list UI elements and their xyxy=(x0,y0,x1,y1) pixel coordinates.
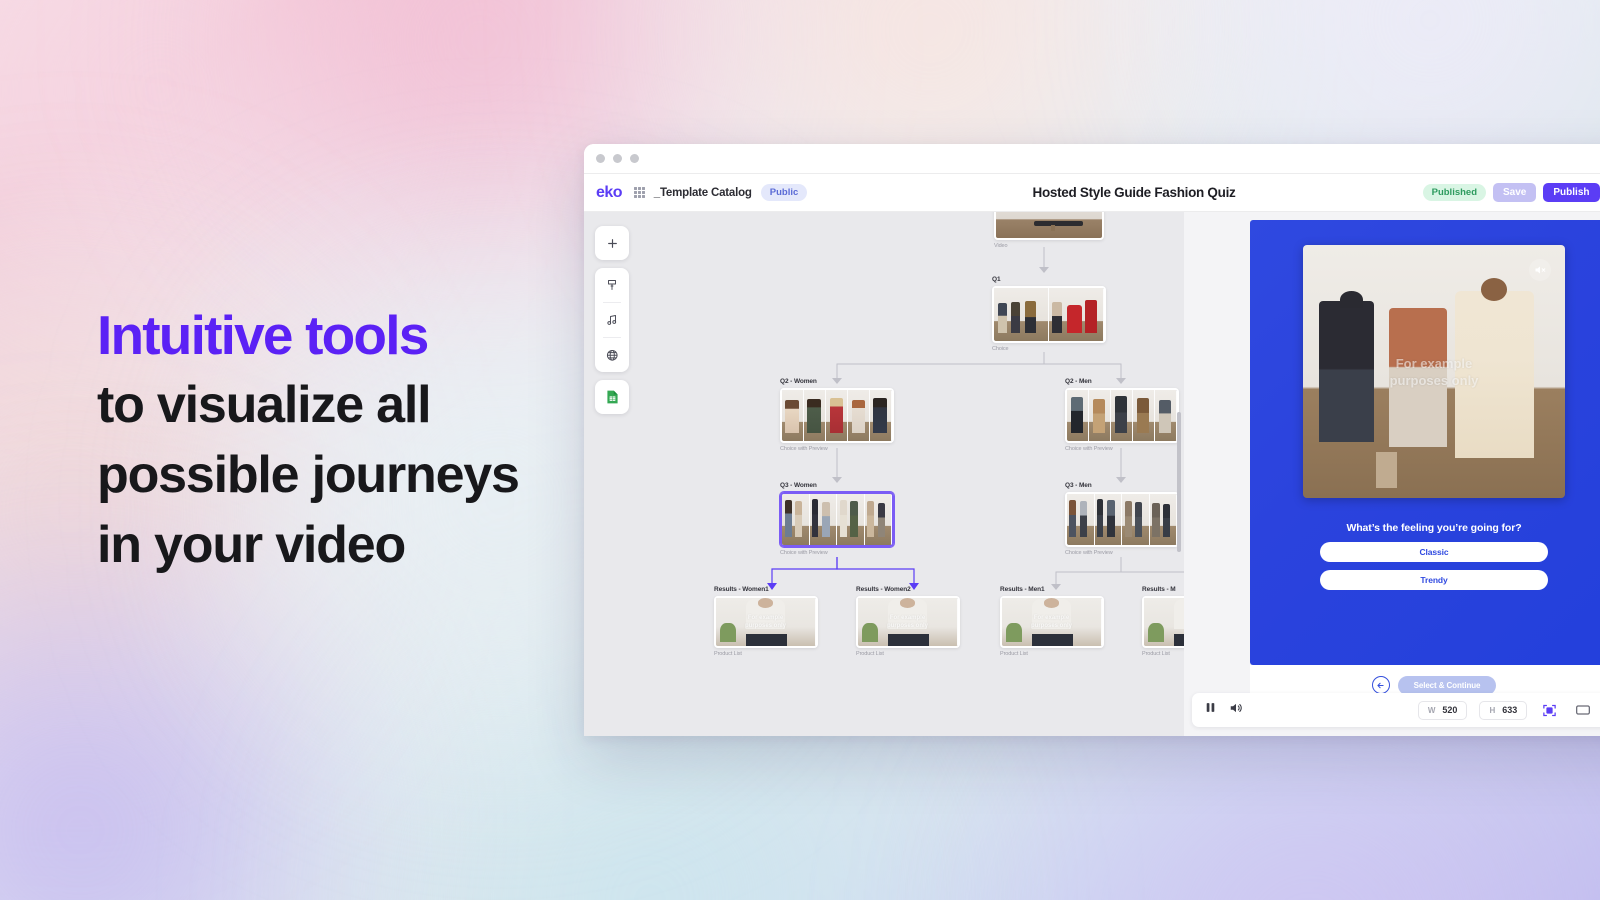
eko-logo[interactable]: eko xyxy=(596,184,623,202)
node-label: Results - Men1 xyxy=(1000,586,1045,593)
app-window: eko _Template Catalog Public Hosted Styl… xyxy=(584,144,1600,736)
fit-screen-icon[interactable] xyxy=(1539,700,1560,721)
arrow-left-icon[interactable] xyxy=(1371,676,1390,694)
video-player[interactable]: For example purposes only What’s the feel… xyxy=(1250,220,1600,665)
height-field[interactable]: H 633 xyxy=(1479,700,1528,720)
headline-line-4: in your video xyxy=(97,516,406,574)
toolbar-group-assets xyxy=(595,268,629,372)
node-label: Q3 - Men xyxy=(1065,482,1092,489)
sidebar-item-spreadsheet[interactable] xyxy=(595,380,629,414)
breadcrumb-catalog[interactable]: _Template Catalog xyxy=(654,187,752,199)
node-caption: Product List xyxy=(714,651,742,657)
height-label: H xyxy=(1489,705,1496,715)
node-thumbnail[interactable]: For example purposes only xyxy=(714,596,818,648)
flow-node-results-men1[interactable]: Results - Men1 For examplepurposes only xyxy=(1000,586,1104,657)
node-thumbnail[interactable] xyxy=(1065,388,1179,443)
player-controls: W 520 H 633 xyxy=(1192,693,1600,727)
mute-button[interactable] xyxy=(1529,259,1551,281)
node-thumbnail[interactable] xyxy=(1065,492,1179,547)
placeholder-overlay: For example purposes only xyxy=(1030,615,1072,629)
flow-node-results-women1[interactable]: Results - Women1 For example purposes onl… xyxy=(714,586,818,657)
node-thumbnail[interactable] xyxy=(992,286,1106,343)
video-frame[interactable]: For example purposes only xyxy=(1303,245,1565,498)
node-label: Results - Women1 xyxy=(714,586,769,593)
maximize-icon[interactable] xyxy=(630,154,639,163)
app-body: Video Q1 Choice Q2 - Women Choice with P… xyxy=(584,212,1600,736)
flow-node-results-men2[interactable]: Results - M Product List xyxy=(1142,586,1184,657)
node-caption: Product List xyxy=(1142,651,1170,657)
flow-node-q2-women[interactable]: Q2 - Women Choice with Preview xyxy=(780,378,894,452)
sidebar-item-audio[interactable] xyxy=(595,303,629,337)
minimize-icon[interactable] xyxy=(613,154,622,163)
flow-canvas[interactable]: Video Q1 Choice Q2 - Women Choice with P… xyxy=(584,212,1184,736)
node-thumbnail[interactable]: For example purposes only xyxy=(856,596,960,648)
visibility-badge[interactable]: Public xyxy=(760,184,808,201)
canvas-scrollbar[interactable] xyxy=(1177,412,1181,552)
node-caption: Choice with Preview xyxy=(1065,446,1113,452)
width-label: W xyxy=(1427,705,1436,715)
headline-line-1: Intuitive tools xyxy=(97,304,429,366)
node-thumbnail[interactable] xyxy=(1142,596,1184,648)
toolbar-group-data xyxy=(595,380,629,414)
node-caption: Choice with Preview xyxy=(780,550,828,556)
save-button[interactable]: Save xyxy=(1493,183,1537,202)
node-caption: Video xyxy=(994,243,1008,249)
flow-node-intro[interactable]: Video xyxy=(994,212,1104,249)
status-badge: Published xyxy=(1422,184,1487,201)
app-header: eko _Template Catalog Public Hosted Styl… xyxy=(584,174,1600,212)
node-caption: Product List xyxy=(1000,651,1028,657)
flow-node-q1[interactable]: Q1 Choice xyxy=(992,276,1106,352)
select-continue-button[interactable]: Select & Continue xyxy=(1397,675,1497,695)
node-label: Q2 - Men xyxy=(1065,378,1092,385)
sidebar-item-style[interactable] xyxy=(595,268,629,302)
headline-line-3: possible journeys xyxy=(97,446,520,504)
toolbar-group-add xyxy=(595,226,629,260)
choice-button-classic[interactable]: Classic xyxy=(1320,542,1548,562)
node-label: Results - Women2 xyxy=(856,586,911,593)
preview-panel: For example purposes only What’s the feel… xyxy=(1184,212,1600,736)
window-titlebar xyxy=(584,144,1600,174)
node-caption: Choice with Preview xyxy=(780,446,828,452)
placeholder-overlay: For example purposes only xyxy=(744,615,786,629)
node-thumbnail[interactable] xyxy=(780,388,894,443)
headline-line-2: to visualize all xyxy=(97,376,432,434)
canvas-toolbar xyxy=(595,226,629,414)
pause-icon[interactable] xyxy=(1204,701,1217,719)
node-caption: Choice with Preview xyxy=(1065,550,1113,556)
node-thumbnail[interactable] xyxy=(994,212,1104,240)
publish-button[interactable]: Publish xyxy=(1543,183,1600,202)
flow-node-q2-men[interactable]: Q2 - Men Choice with Preview xyxy=(1065,378,1179,452)
sidebar-item-add-node[interactable] xyxy=(595,226,629,260)
node-thumbnail-selected[interactable] xyxy=(780,492,894,547)
node-thumbnail[interactable]: For example purposes only xyxy=(1000,596,1104,648)
grid-icon[interactable] xyxy=(634,187,645,198)
node-caption: Choice xyxy=(992,346,1009,352)
volume-icon[interactable] xyxy=(1229,701,1243,720)
node-label: Q1 xyxy=(992,276,1001,283)
sidebar-item-localization[interactable] xyxy=(595,338,629,372)
width-value[interactable]: 520 xyxy=(1442,705,1457,715)
flow-node-q3-men[interactable]: Q3 - Men Choice with Preview xyxy=(1065,482,1179,556)
placeholder-overlay: For example purposes only xyxy=(886,615,928,629)
question-text: What’s the feeling you’re going for? xyxy=(1346,522,1522,534)
node-label: Q3 - Women xyxy=(780,482,817,489)
choice-button-trendy[interactable]: Trendy xyxy=(1320,570,1548,590)
close-icon[interactable] xyxy=(596,154,605,163)
width-field[interactable]: W 520 xyxy=(1417,700,1468,720)
height-value[interactable]: 633 xyxy=(1502,705,1517,715)
header-actions: Published Save Publish ··· AD xyxy=(1422,183,1600,203)
flow-node-q3-women[interactable]: Q3 - Women Choice with Preview xyxy=(780,482,894,556)
flow-node-results-women2[interactable]: Results - Women2 For example purposes onl… xyxy=(856,586,960,657)
desktop-icon[interactable] xyxy=(1572,700,1593,721)
node-label: Results - M xyxy=(1142,586,1176,593)
video-placeholder-overlay: For example purposes only xyxy=(1389,355,1479,388)
marketing-headline: Intuitive tools to visualize all possibl… xyxy=(97,300,657,580)
node-label: Q2 - Women xyxy=(780,378,817,385)
node-caption: Product List xyxy=(856,651,884,657)
flow-nodes: Video Q1 Choice Q2 - Women Choice with P… xyxy=(584,212,1184,736)
